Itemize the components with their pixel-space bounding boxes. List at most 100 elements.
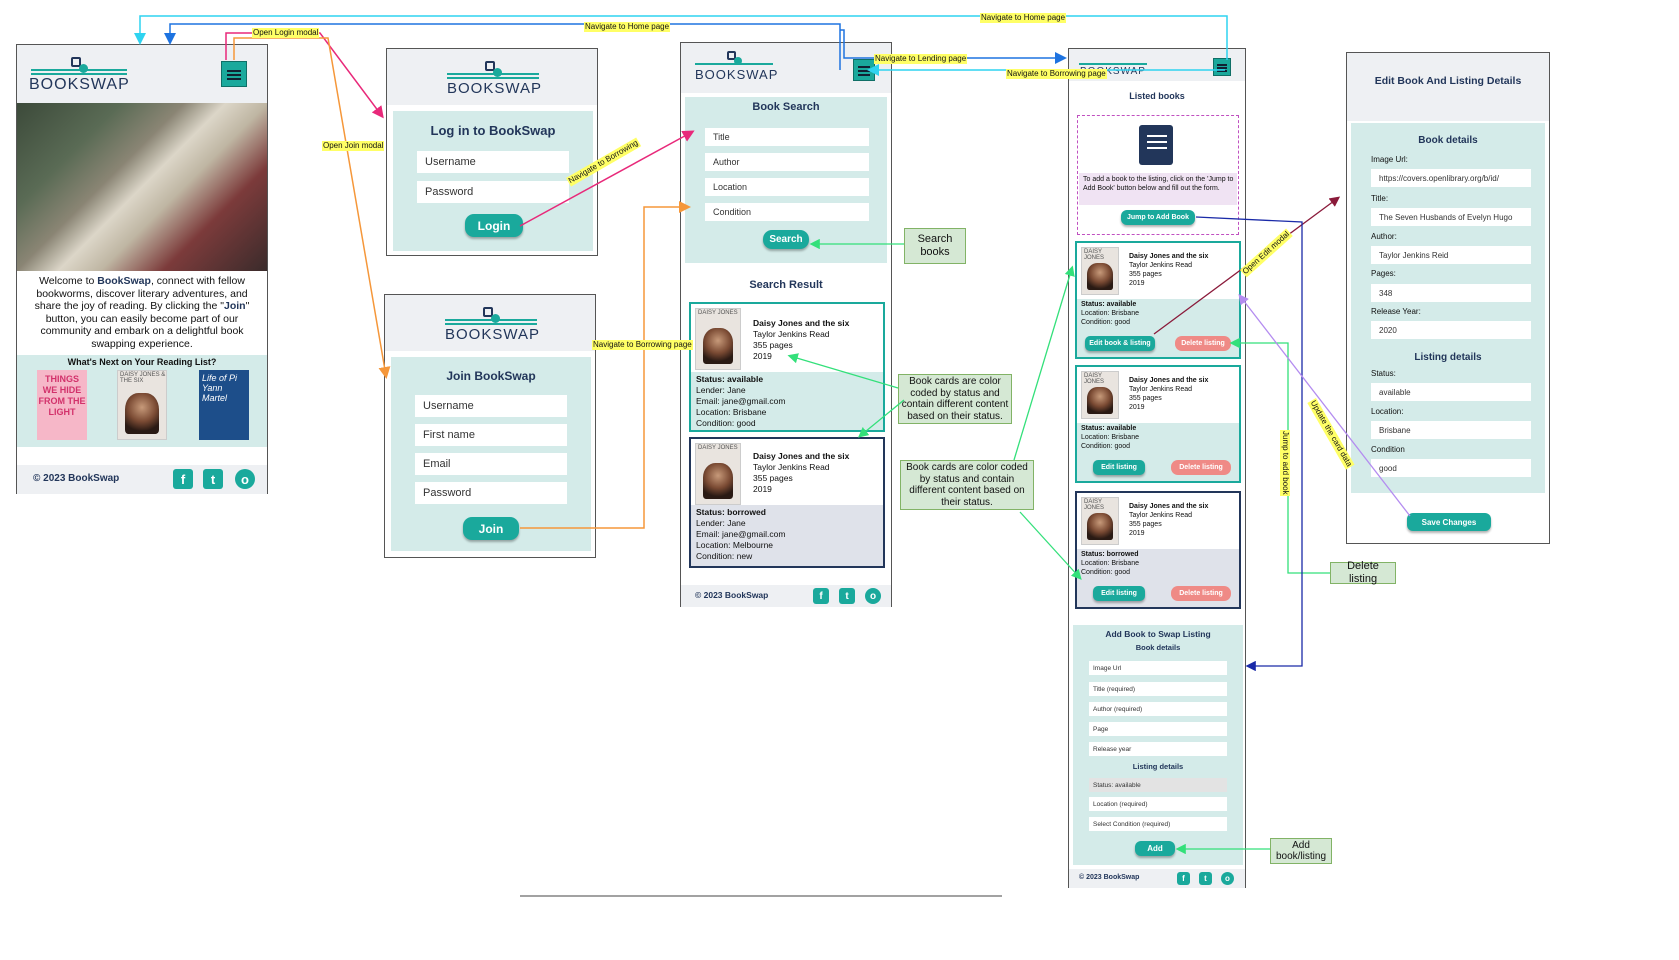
add-title-input[interactable]: Title (required) bbox=[1089, 682, 1227, 696]
facebook-icon[interactable]: f bbox=[173, 469, 193, 489]
logo-text: BOOKSWAP bbox=[29, 76, 130, 93]
edit-condition-input[interactable]: good bbox=[1371, 459, 1531, 477]
edit-title: Edit Book And Listing Details bbox=[1374, 75, 1522, 87]
listed-card-book: Daisy Jones and the six bbox=[1129, 503, 1209, 510]
welcome-join-link[interactable]: Join bbox=[224, 300, 246, 312]
twitter-icon[interactable]: t bbox=[839, 588, 855, 604]
listed-card-status: Status: available bbox=[1081, 425, 1137, 432]
search-author-input[interactable]: Author bbox=[705, 153, 869, 171]
logo-line bbox=[695, 63, 773, 65]
listed-card-status: Status: available bbox=[1081, 301, 1137, 308]
edit-listing-button[interactable]: Edit listing bbox=[1093, 586, 1145, 601]
edit-listing-button[interactable]: Edit listing bbox=[1093, 460, 1145, 475]
welcome-brand: BookSwap bbox=[97, 275, 151, 287]
add-release-year-input[interactable]: Release year bbox=[1089, 742, 1227, 756]
login-username-input[interactable]: Username bbox=[417, 151, 569, 173]
hamburger-menu-icon[interactable] bbox=[853, 59, 875, 81]
join-password-input[interactable]: Password bbox=[415, 482, 567, 504]
listed-card-cover: DAISY JONES bbox=[1081, 371, 1119, 419]
edit-status-label: Status: bbox=[1371, 369, 1396, 378]
search-condition-input[interactable]: Condition bbox=[705, 203, 869, 221]
edit-book-listing-button[interactable]: Edit book & listing bbox=[1085, 336, 1155, 351]
add-image-url-input[interactable]: Image Url bbox=[1089, 661, 1227, 675]
listed-card-1: DAISY JONES Daisy Jones and the six Tayl… bbox=[1075, 241, 1241, 359]
jump-to-add-book-button[interactable]: Jump to Add Book bbox=[1121, 210, 1195, 225]
login-button[interactable]: Login bbox=[465, 214, 523, 237]
listed-card-year: 2019 bbox=[1129, 280, 1145, 287]
label-open-join: Open Join modal bbox=[322, 141, 385, 151]
save-changes-button[interactable]: Save Changes bbox=[1407, 513, 1491, 531]
edit-author-input[interactable]: Taylor Jenkins Reid bbox=[1371, 246, 1531, 264]
edit-image-url-input[interactable]: https://covers.openlibrary.org/b/id/ bbox=[1371, 169, 1531, 187]
note-delete-listing: Delete listing bbox=[1330, 560, 1396, 585]
add-location-input[interactable]: Location (required) bbox=[1089, 797, 1227, 811]
listed-card-author: Taylor Jenkins Read bbox=[1129, 386, 1193, 393]
edit-listing-details-heading: Listing details bbox=[1414, 352, 1482, 363]
twitter-icon[interactable]: t bbox=[1199, 872, 1212, 885]
label-nav-borrowing-top: Navigate to Borrowing page bbox=[1006, 69, 1107, 79]
add-page-input[interactable]: Page bbox=[1089, 722, 1227, 736]
instagram-icon[interactable]: o bbox=[235, 469, 255, 489]
notebook-icon bbox=[1139, 125, 1173, 165]
twitter-icon[interactable]: t bbox=[203, 469, 223, 489]
label-nav-lending: Navigate to Lending page bbox=[874, 54, 968, 64]
instagram-icon[interactable]: o bbox=[1221, 872, 1234, 885]
delete-listing-button[interactable]: Delete listing bbox=[1175, 336, 1231, 351]
search-title: Book Search bbox=[752, 101, 820, 113]
facebook-icon[interactable]: f bbox=[1177, 872, 1190, 885]
search-title-input[interactable]: Title bbox=[705, 128, 869, 146]
add-condition-select[interactable]: Select Condition (required) bbox=[1089, 817, 1227, 831]
hamburger-menu-icon[interactable] bbox=[221, 61, 247, 87]
cover-caption: DAISY JONES bbox=[1084, 373, 1105, 385]
edit-pages-label: Pages: bbox=[1371, 269, 1396, 278]
label-open-login: Open Login modal bbox=[252, 28, 320, 38]
listed-card-condition: Condition: good bbox=[1081, 443, 1131, 450]
edit-title-input[interactable]: The Seven Husbands of Evelyn Hugo bbox=[1371, 208, 1531, 226]
add-book-details-heading: Book details bbox=[1135, 643, 1181, 652]
bookswap-logo[interactable]: BOOKSWAP bbox=[29, 57, 129, 97]
delete-listing-button[interactable]: Delete listing bbox=[1171, 460, 1231, 475]
listed-card-cover: DAISY JONES bbox=[1081, 247, 1119, 295]
cover-portrait bbox=[1087, 512, 1113, 541]
instagram-icon[interactable]: o bbox=[865, 588, 881, 604]
result-card-cover: DAISY JONES bbox=[695, 443, 741, 505]
note-color-coded-search: Book cards are color coded by status and… bbox=[898, 374, 1012, 424]
book-cover-2[interactable]: DAISY JONES & THE SIX bbox=[117, 370, 167, 440]
book-cover-1-title: THINGS WE HIDE FROM THE LIGHT bbox=[38, 374, 86, 417]
footer-copyright: © 2023 BookSwap bbox=[33, 473, 120, 484]
edit-pages-input[interactable]: 348 bbox=[1371, 284, 1531, 302]
edit-status-input[interactable]: available bbox=[1371, 383, 1531, 401]
label-open-edit: Open Edit modal bbox=[1240, 228, 1293, 278]
listed-card-condition: Condition: good bbox=[1081, 569, 1131, 576]
join-username-input[interactable]: Username bbox=[415, 395, 567, 417]
login-password-input[interactable]: Password bbox=[417, 181, 569, 203]
result-card-email: Email: jane@gmail.com bbox=[696, 396, 786, 406]
facebook-icon[interactable]: f bbox=[813, 588, 829, 604]
edit-release-year-input[interactable]: 2020 bbox=[1371, 321, 1531, 339]
listed-card-cover: DAISY JONES bbox=[1081, 497, 1119, 545]
add-book-button[interactable]: Add bbox=[1135, 841, 1175, 856]
login-modal-frame: BOOKSWAP Log in to BookSwap Username Pas… bbox=[386, 48, 598, 256]
bookswap-logo: BOOKSWAP bbox=[445, 307, 539, 347]
join-firstname-input[interactable]: First name bbox=[415, 424, 567, 446]
result-card-book: Daisy Jones and the six bbox=[753, 318, 850, 328]
bookswap-logo[interactable]: BOOKSWAP bbox=[695, 51, 777, 89]
hamburger-menu-icon[interactable] bbox=[1213, 58, 1231, 76]
login-title: Log in to BookSwap bbox=[430, 123, 556, 138]
result-card-location: Location: Brisbane bbox=[696, 407, 767, 417]
book-cover-3[interactable]: Life of Pi Yann Martel bbox=[199, 370, 249, 440]
join-email-input[interactable]: Email bbox=[415, 453, 567, 475]
reading-list-heading: What's Next on Your Reading List? bbox=[67, 357, 217, 367]
label-nav-borrowing-join: Navigate to Borrowing page bbox=[592, 340, 693, 350]
join-button[interactable]: Join bbox=[463, 517, 519, 540]
add-author-input[interactable]: Author (required) bbox=[1089, 702, 1227, 716]
delete-listing-button[interactable]: Delete listing bbox=[1171, 586, 1231, 601]
listed-books-title: Listed books bbox=[1129, 91, 1185, 101]
search-location-input[interactable]: Location bbox=[705, 178, 869, 196]
borrowing-page-frame: BOOKSWAP Book Search Title Author Locati… bbox=[680, 42, 892, 607]
edit-location-input[interactable]: Brisbane bbox=[1371, 421, 1531, 439]
logo-line bbox=[31, 69, 127, 71]
search-button[interactable]: Search bbox=[763, 230, 809, 249]
book-cover-1[interactable]: THINGS WE HIDE FROM THE LIGHT bbox=[37, 370, 87, 440]
edit-image-url-label: Image Url: bbox=[1371, 155, 1408, 164]
